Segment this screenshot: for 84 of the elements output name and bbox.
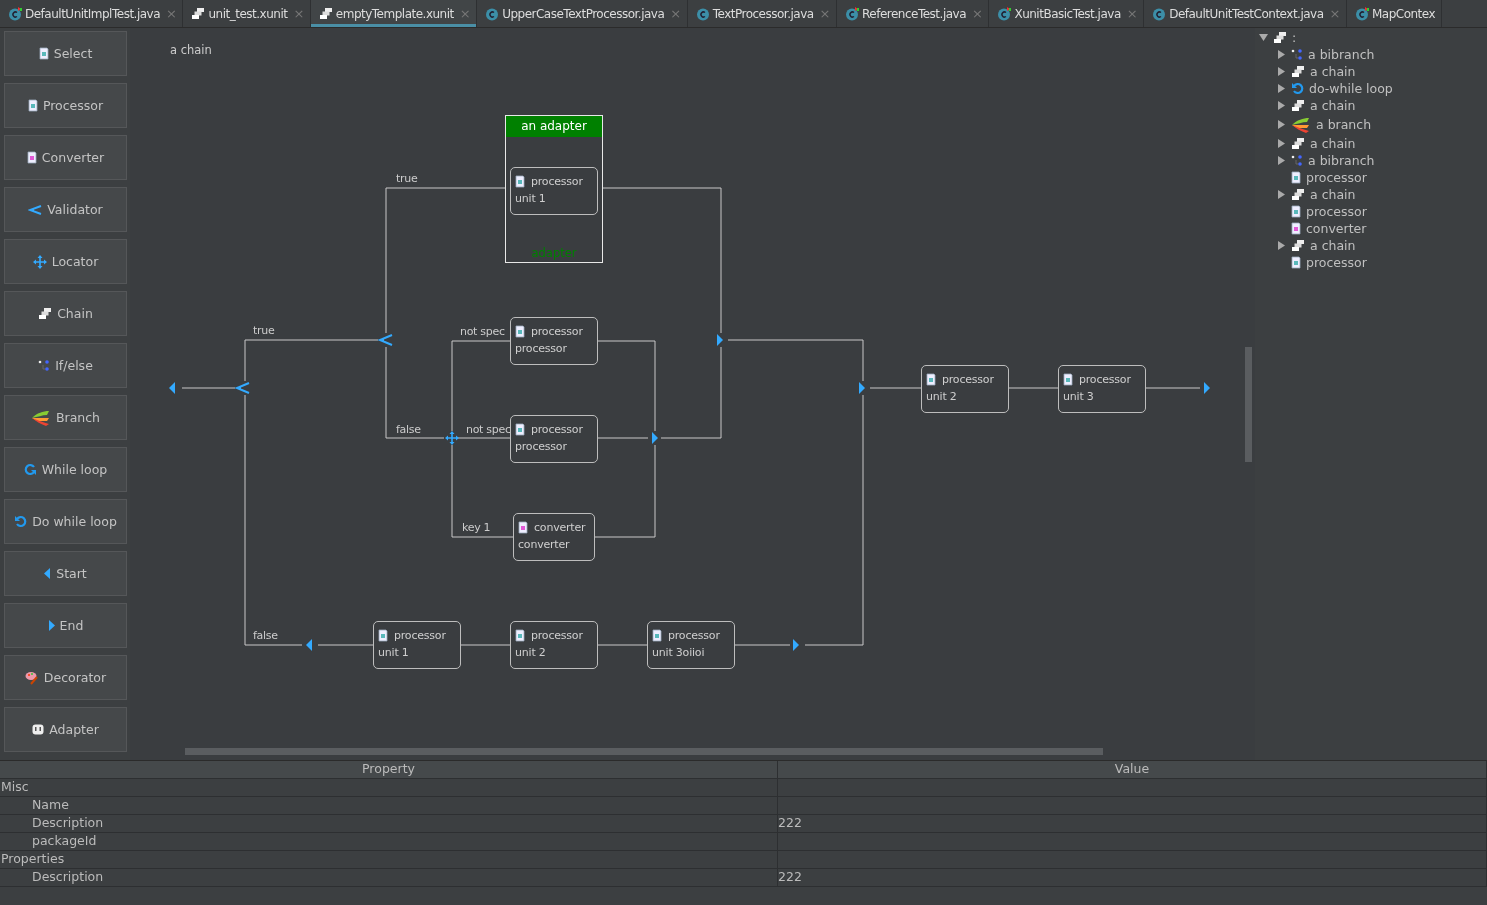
property-name: Description — [0, 815, 778, 832]
group-label: Properties — [0, 851, 778, 868]
property-value: 222 — [778, 815, 802, 830]
node-name: unit 1 — [378, 646, 410, 659]
editor-tab[interactable]: DefaultUnitTestContext.java × — [1144, 0, 1347, 27]
diagram-node[interactable]: processor unit 3oiioi — [647, 621, 735, 669]
palette-button[interactable]: Converter — [4, 135, 127, 180]
node-type: processor — [531, 629, 583, 642]
editor-tab[interactable]: unit_test.xunit × — [183, 0, 311, 27]
node-type: processor — [668, 629, 720, 642]
editor-tab[interactable]: UpperCaseTextProcessor.java × — [477, 0, 688, 27]
diagram-node[interactable]: processor unit 2 — [921, 365, 1009, 413]
editor-tab[interactable]: MapContex — [1346, 0, 1443, 27]
edge-label: key 1 — [462, 521, 491, 535]
diagram-node[interactable]: processor unit 3 — [1058, 365, 1146, 413]
adapter-label: adapter — [530, 246, 578, 260]
node-name: converter — [518, 538, 571, 551]
column-header[interactable]: Value — [778, 761, 1487, 778]
node-name: unit 3oiioi — [652, 646, 706, 659]
palette-button[interactable]: Start — [4, 551, 127, 596]
tree-item[interactable]: a chain — [1310, 187, 1356, 202]
editor-tab[interactable]: XunitBasicTest.java × — [989, 0, 1145, 27]
diagram-node[interactable]: processor processor — [510, 317, 598, 365]
tree-item[interactable]: a chain — [1310, 64, 1356, 79]
node-type: converter — [534, 521, 586, 534]
palette-button[interactable]: While loop — [4, 447, 127, 492]
node-type: processor — [394, 629, 446, 642]
editor-tab[interactable]: TextProcessor.java × — [687, 0, 837, 27]
node-name: processor — [515, 342, 568, 355]
node-name: unit 3 — [1063, 390, 1095, 403]
node-type: processor — [531, 423, 583, 436]
edge-label: not spec — [466, 423, 511, 437]
adapter-header: an adapter — [506, 116, 602, 137]
tree-item[interactable]: do-while loop — [1309, 81, 1393, 96]
diagram-title: a chain — [170, 43, 212, 57]
edge-label: false — [396, 423, 421, 437]
node-name: unit 1 — [515, 192, 547, 205]
palette-button[interactable]: Validator — [4, 187, 127, 232]
edge-label: true — [396, 172, 418, 186]
column-header[interactable]: Property — [0, 761, 778, 778]
edge-label: true — [253, 324, 275, 338]
diagram-node[interactable]: processor unit 2 — [510, 621, 598, 669]
diagram-node[interactable]: processor unit 1 — [373, 621, 461, 669]
palette-button[interactable]: Adapter — [4, 707, 127, 752]
node-type: processor — [531, 325, 583, 338]
property-name: Description — [0, 869, 778, 886]
node-name: unit 2 — [926, 390, 958, 403]
editor-tab[interactable]: emptyTemplate.xunit × — [310, 0, 478, 27]
palette-button[interactable]: Branch — [4, 395, 127, 440]
palette-button[interactable]: Do while loop — [4, 499, 127, 544]
diagram-node[interactable]: processor processor — [510, 415, 598, 463]
palette-button[interactable]: Chain — [4, 291, 127, 336]
tree-item[interactable]: a chain — [1310, 98, 1356, 113]
tree-item[interactable]: a bibranch — [1308, 47, 1375, 62]
tree-item[interactable]: processor — [1306, 255, 1367, 270]
palette-button[interactable]: If/else — [4, 343, 127, 388]
diagram-node[interactable]: processor unit 1 — [510, 167, 598, 215]
node-type: processor — [942, 373, 994, 386]
tree-item[interactable]: a chain — [1310, 136, 1356, 151]
diagram-node[interactable]: converter converter — [513, 513, 595, 561]
tree-item[interactable]: processor — [1306, 170, 1367, 185]
node-type: processor — [1079, 373, 1131, 386]
tree-item[interactable]: converter — [1306, 221, 1367, 236]
property-name: Name — [0, 797, 778, 814]
group-label: Misc — [0, 779, 778, 796]
node-name: processor — [515, 440, 568, 453]
tree-item[interactable]: a chain — [1310, 238, 1356, 253]
tree-item[interactable]: processor — [1306, 204, 1367, 219]
editor-tab[interactable]: ReferenceTest.java × — [837, 0, 990, 27]
tree-item[interactable]: a bibranch — [1308, 153, 1375, 168]
node-name: unit 2 — [515, 646, 547, 659]
palette-button[interactable]: Decorator — [4, 655, 127, 700]
property-name: packageId — [0, 833, 778, 850]
palette-button[interactable]: Select — [4, 31, 127, 76]
edge-label: false — [253, 629, 278, 643]
property-value: 222 — [778, 869, 802, 884]
palette-button[interactable]: End — [4, 603, 127, 648]
palette-button[interactable]: Locator — [4, 239, 127, 284]
edge-label: not spec — [460, 325, 505, 339]
editor-tab[interactable]: DefaultUnitImplTest.java × — [0, 0, 184, 27]
palette-button[interactable]: Processor — [4, 83, 127, 128]
tree-item[interactable]: a branch — [1316, 117, 1372, 132]
node-type: processor — [531, 175, 583, 188]
tree-item[interactable]: : — [1292, 30, 1297, 45]
